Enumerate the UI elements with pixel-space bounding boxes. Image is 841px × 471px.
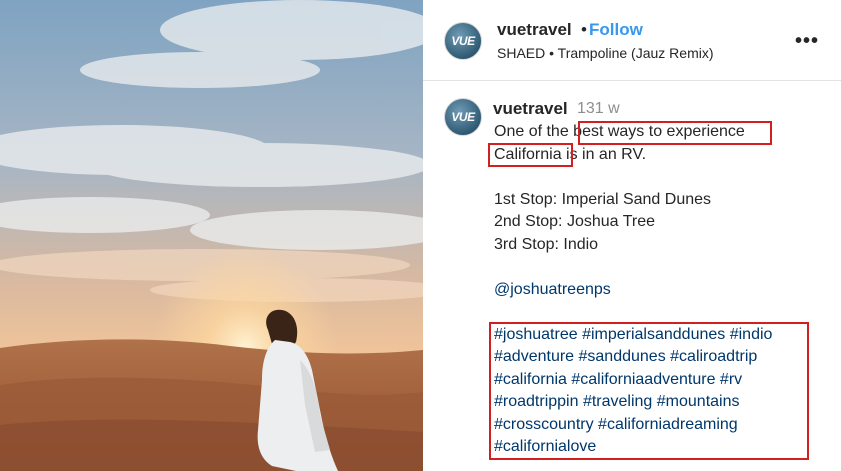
separator-dot: • — [581, 20, 587, 39]
avatar-logo-text: VUE — [451, 110, 475, 124]
highlight-box-best-ways — [578, 121, 772, 145]
caption-stop: 3rd Stop: Indio — [494, 235, 599, 253]
avatar-logo-text: VUE — [451, 34, 475, 48]
highlight-box-california — [488, 143, 573, 167]
highlight-box-hashtags — [489, 322, 809, 460]
post-timestamp[interactable]: 131 w — [577, 100, 620, 118]
mention-link[interactable]: @joshuatreenps — [494, 279, 834, 302]
audio-track-link[interactable]: SHAED • Trampoline (Jauz Remix) — [497, 45, 714, 61]
username-link[interactable]: vuetravel — [497, 20, 572, 40]
more-horizontal-icon[interactable]: ••• — [795, 30, 819, 53]
caption-avatar[interactable]: VUE — [444, 98, 482, 136]
post-header: VUE vuetravel • Follow SHAED • Trampolin… — [423, 0, 841, 81]
desert-sunset-image — [0, 0, 423, 471]
post-video[interactable] — [0, 0, 423, 471]
follow-button[interactable]: Follow — [589, 20, 643, 40]
post-side-panel: VUE vuetravel • Follow SHAED • Trampolin… — [423, 0, 841, 471]
caption-stop: 1st Stop: Imperial Sand Dunes — [494, 190, 712, 208]
caption-stop: 2nd Stop: Joshua Tree — [494, 213, 655, 230]
avatar[interactable]: VUE — [444, 22, 482, 60]
caption-username-link[interactable]: vuetravel — [493, 99, 568, 119]
